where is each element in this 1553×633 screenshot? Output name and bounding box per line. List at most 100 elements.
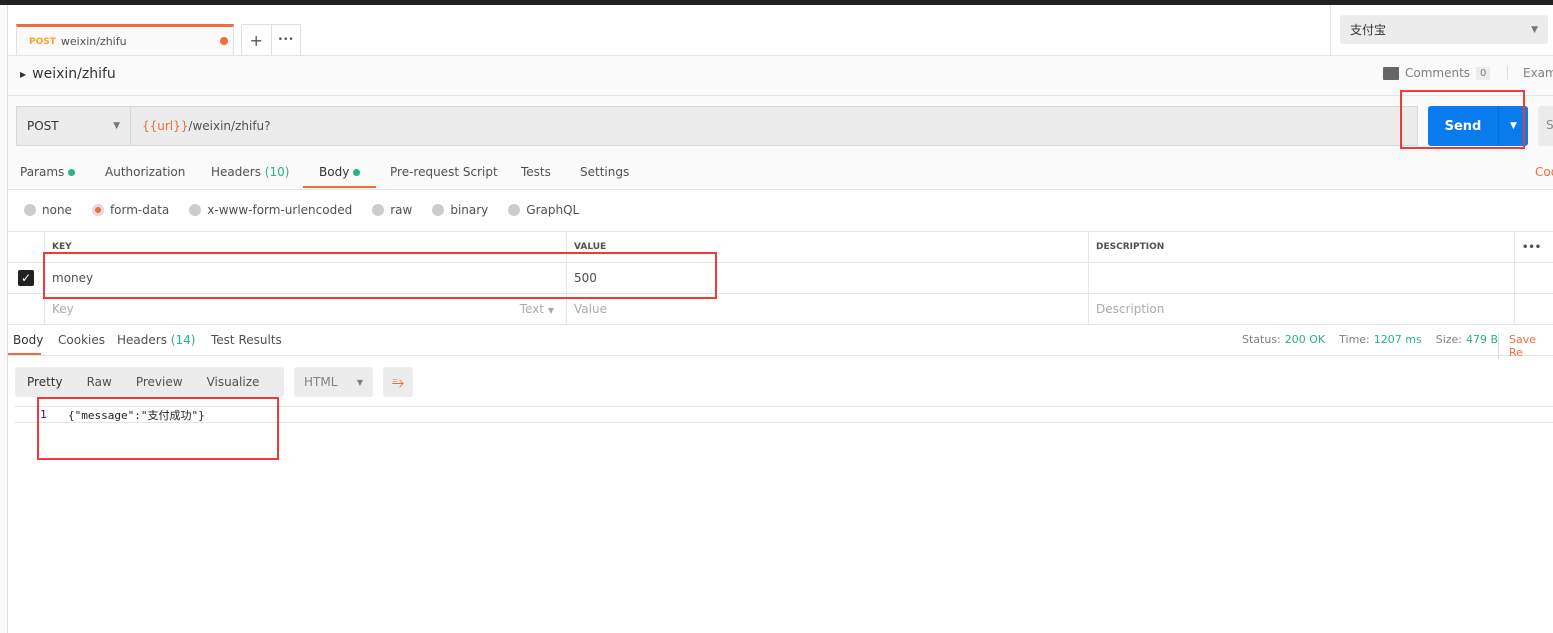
size-value: 479 B — [1466, 333, 1499, 346]
description-input[interactable]: Description — [1089, 294, 1515, 324]
radio-label: GraphQL — [526, 203, 580, 217]
chevron-down-icon: ▼ — [356, 377, 363, 387]
examples-button[interactable]: Exam — [1507, 66, 1553, 80]
more-tabs-button[interactable]: ••• — [270, 25, 301, 55]
time-label: Time: — [1339, 333, 1370, 346]
row-spacer — [8, 294, 45, 324]
radio-form-data[interactable]: form-data — [91, 203, 170, 217]
response-meta: Status: 200 OK Time: 1207 ms Size: 479 B — [1242, 333, 1508, 346]
tab-headers[interactable]: Headers (10) — [211, 165, 289, 179]
key-placeholder: Key — [52, 302, 74, 316]
resp-tab-body[interactable]: Body — [13, 333, 43, 347]
headers-count: (10) — [264, 165, 290, 179]
sidebar-edge — [0, 5, 8, 633]
caret-right-icon: ▶ — [20, 69, 27, 79]
chevron-down-icon: ▼ — [113, 121, 120, 131]
active-dot-icon — [353, 169, 361, 176]
annotation-box — [37, 397, 279, 460]
comments-label: Comments — [1405, 66, 1471, 80]
active-tab-underline — [8, 353, 41, 355]
url-input[interactable]: {{url}}/weixin/zhifu? — [130, 106, 1418, 146]
resp-tab-test-results[interactable]: Test Results — [211, 333, 282, 347]
tab-method: POST — [29, 36, 56, 47]
annotation-box — [1400, 90, 1525, 149]
preview-button[interactable]: Preview — [124, 375, 195, 389]
row-checkbox[interactable]: ✓ — [8, 263, 45, 293]
method-value: POST — [27, 119, 59, 133]
active-tab-underline — [303, 186, 376, 188]
chevron-down-icon: ▼ — [547, 306, 554, 315]
annotation-box — [43, 252, 717, 299]
tab-settings[interactable]: Settings — [580, 165, 629, 179]
radio-label: raw — [390, 203, 413, 217]
format-value: HTML — [304, 375, 338, 389]
row-spacer — [1515, 294, 1553, 324]
size-label: Size: — [1435, 333, 1463, 346]
tab-label: Headers — [211, 165, 261, 179]
comments-count: 0 — [1476, 66, 1491, 80]
tab-body[interactable]: Body — [319, 165, 361, 179]
active-dot-icon — [68, 169, 76, 176]
new-tab-button[interactable]: + — [242, 25, 271, 55]
request-tab[interactable]: POST weixin/zhifu — [16, 24, 234, 56]
tab-label: Headers — [117, 333, 167, 347]
pretty-button[interactable]: Pretty — [15, 375, 75, 389]
radio-none[interactable]: none — [24, 203, 72, 217]
radio-selected-icon — [91, 204, 104, 216]
save-button[interactable]: S — [1538, 106, 1553, 146]
header-description: DESCRIPTION — [1089, 232, 1515, 262]
radio-icon — [189, 204, 202, 216]
radio-icon — [508, 204, 521, 216]
environment-value: 支付宝 — [1350, 23, 1387, 37]
method-select[interactable]: POST ▼ — [16, 106, 131, 146]
radio-icon — [432, 204, 445, 216]
type-label: Text — [519, 302, 545, 316]
tab-authorization[interactable]: Authorization — [105, 165, 185, 179]
tab-label: Body — [319, 165, 350, 179]
save-response-button[interactable]: Save Re — [1498, 333, 1553, 359]
url-variable: {{url}} — [142, 119, 189, 133]
radio-graphql[interactable]: GraphQL — [508, 203, 579, 217]
format-select[interactable]: HTML ▼ — [294, 367, 373, 397]
status-value: 200 OK — [1284, 333, 1326, 346]
resp-tab-headers[interactable]: Headers (14) — [117, 333, 195, 347]
url-path: /weixin/zhifu? — [188, 119, 271, 133]
tab-params[interactable]: Params — [20, 165, 76, 179]
tab-tests[interactable]: Tests — [521, 165, 551, 179]
wrap-lines-icon[interactable]: ⥱ — [383, 367, 413, 397]
resp-tab-cookies[interactable]: Cookies — [58, 333, 105, 347]
radio-icon — [372, 204, 385, 216]
description-cell[interactable] — [1089, 263, 1515, 293]
bulk-edit-button[interactable]: ••• — [1515, 232, 1553, 262]
raw-button[interactable]: Raw — [75, 375, 124, 389]
tab-title: weixin/zhifu — [60, 35, 127, 48]
radio-raw[interactable]: raw — [372, 203, 412, 217]
comments-button[interactable]: Comments 0 — [1383, 66, 1491, 80]
request-name: weixin/zhifu — [32, 66, 116, 82]
radio-binary[interactable]: binary — [432, 203, 488, 217]
type-select[interactable]: Text ▼ — [520, 302, 554, 316]
environment-select[interactable]: 支付宝 ▼ — [1340, 15, 1548, 44]
radio-label: none — [42, 203, 72, 217]
tab-actions: + ••• — [241, 24, 301, 55]
radio-label: x-www-form-urlencoded — [207, 203, 353, 217]
unsaved-dot-icon — [220, 37, 228, 45]
chevron-down-icon: ▼ — [1531, 24, 1538, 35]
checkmark-icon: ✓ — [18, 270, 34, 286]
window-top-bar — [0, 0, 1553, 5]
radio-urlencoded[interactable]: x-www-form-urlencoded — [189, 203, 352, 217]
tab-label: Params — [20, 165, 65, 179]
tab-prerequest-script[interactable]: Pre-request Script — [390, 165, 498, 179]
view-mode-group: Pretty Raw Preview Visualize — [15, 367, 284, 397]
row-spacer — [1515, 263, 1553, 293]
radio-label: form-data — [109, 203, 170, 217]
divider — [1330, 5, 1331, 55]
request-header-band — [8, 55, 1553, 96]
code-link[interactable]: Coo — [1535, 165, 1553, 179]
breadcrumb[interactable]: ▶ weixin/zhifu — [20, 66, 116, 82]
status-label: Status: — [1242, 333, 1281, 346]
visualize-button[interactable]: Visualize — [195, 375, 272, 389]
body-type-options: none form-data x-www-form-urlencoded raw… — [24, 203, 579, 217]
header-spacer — [8, 232, 45, 262]
radio-label: binary — [450, 203, 489, 217]
